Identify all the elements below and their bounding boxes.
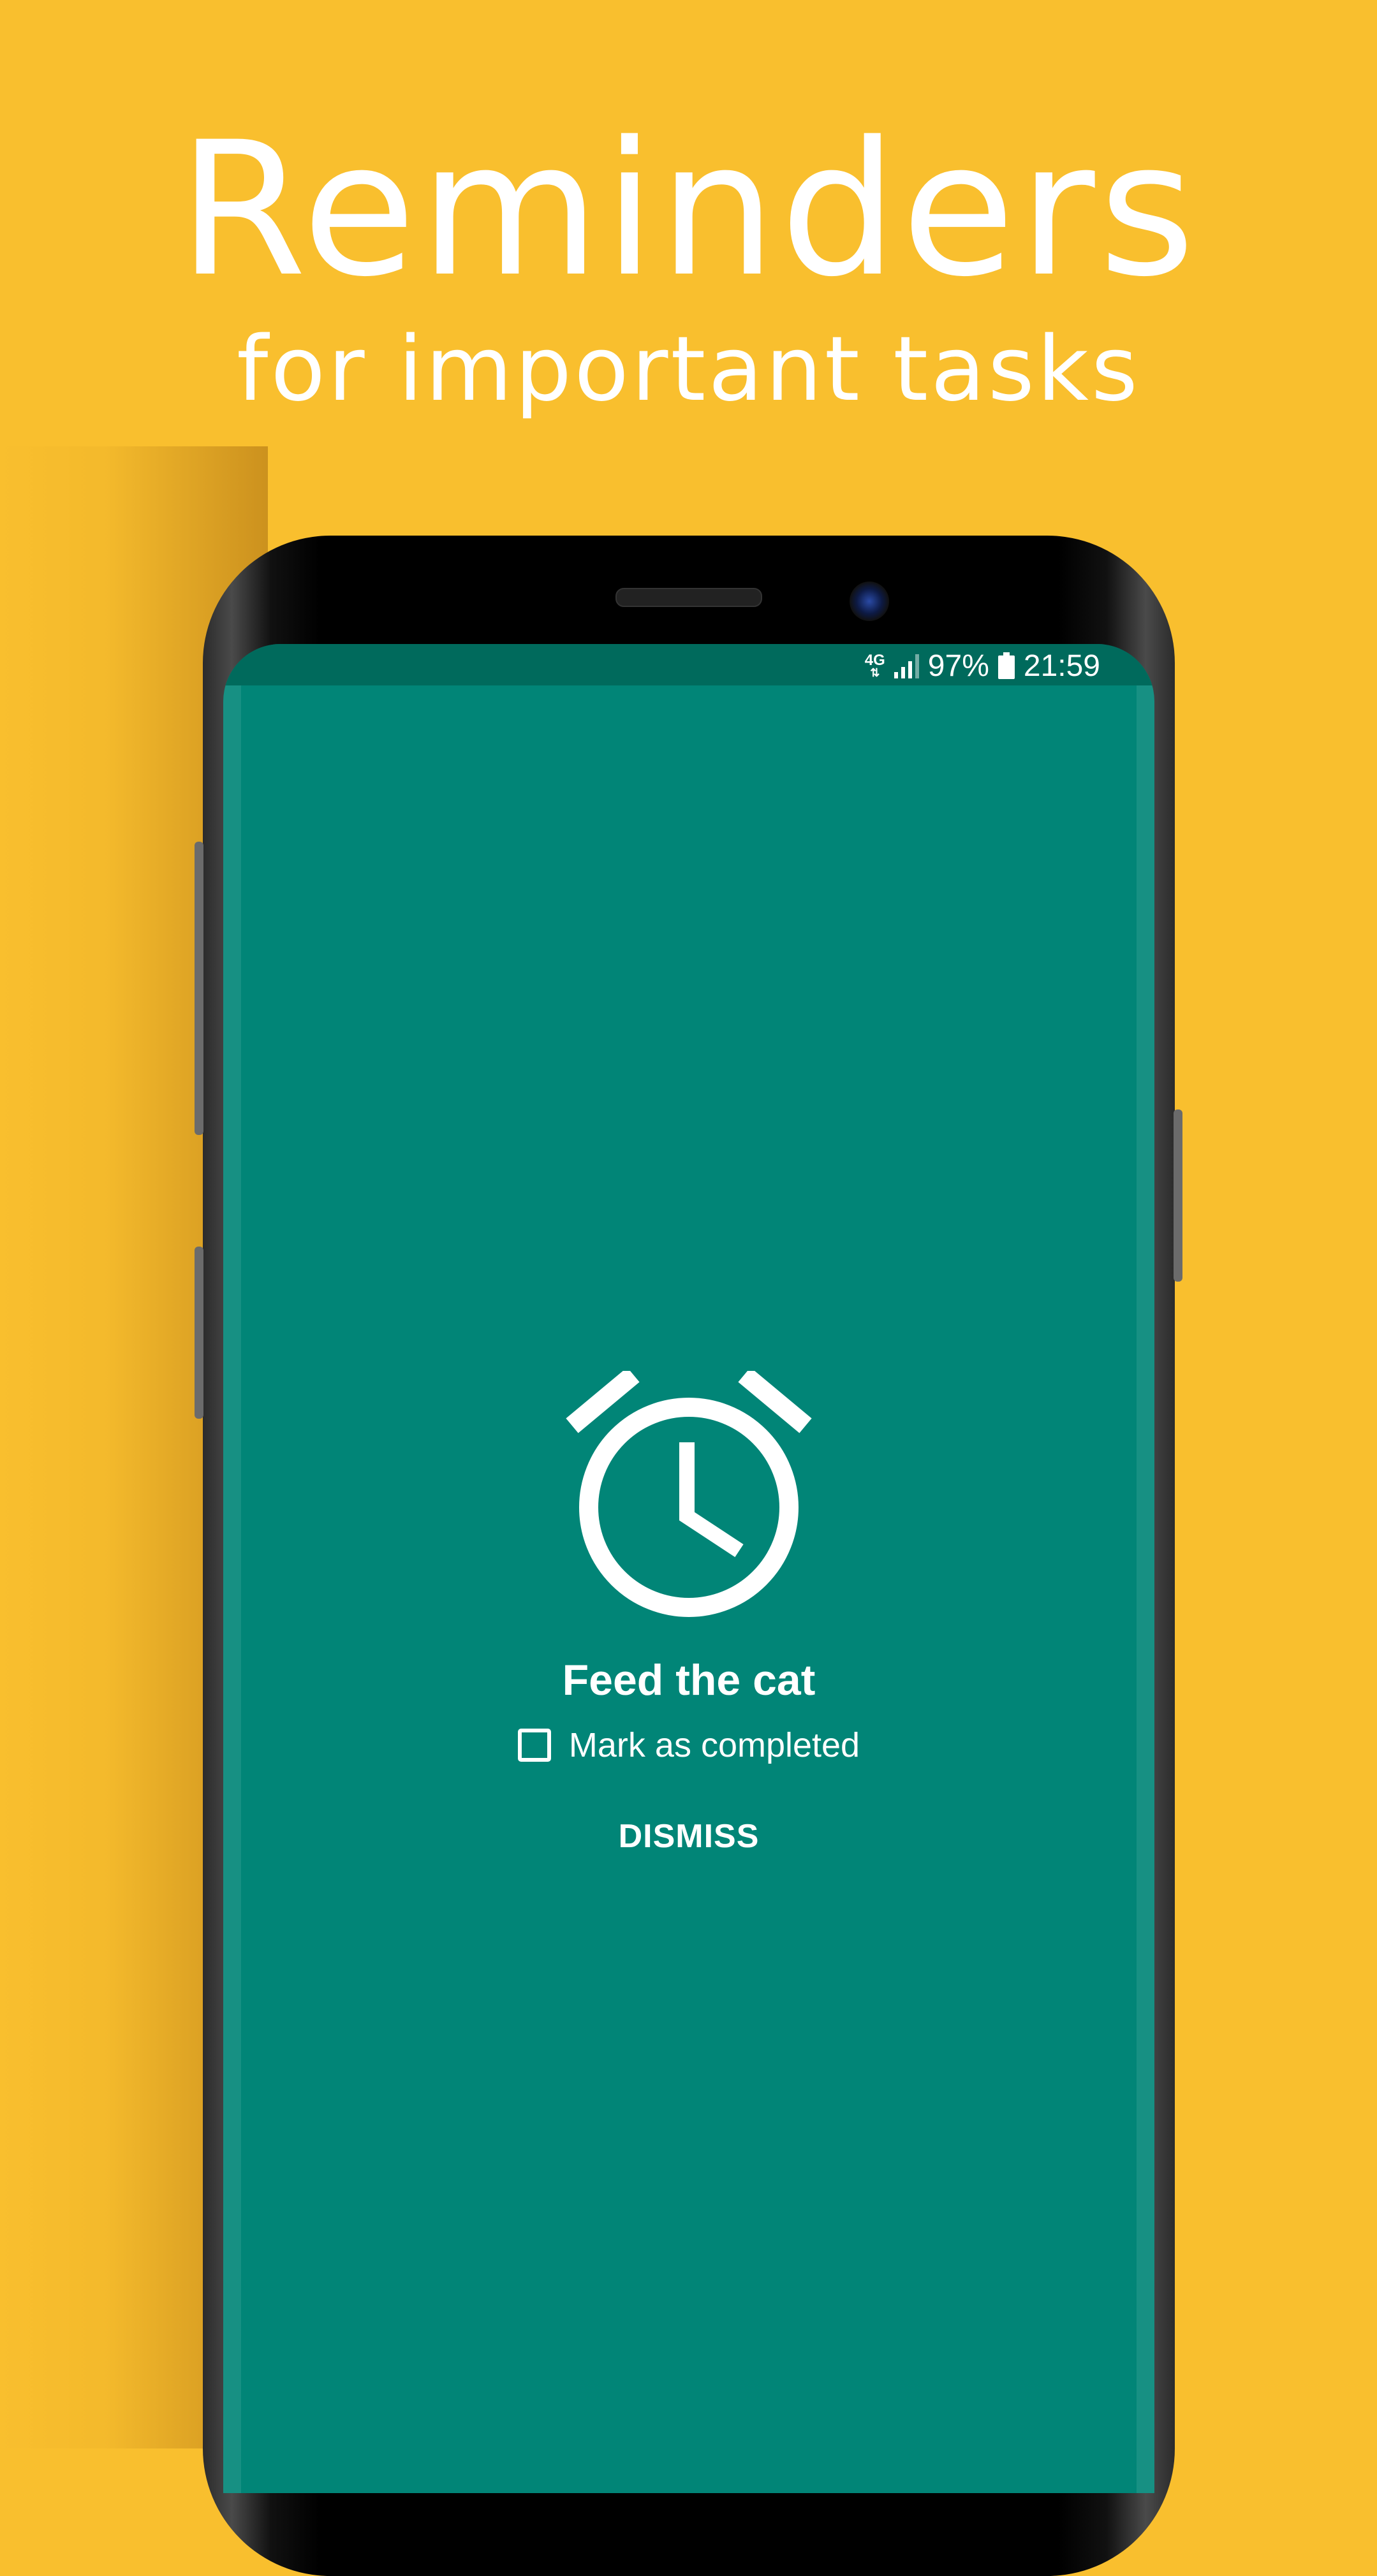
data-arrows-icon: ⇅ bbox=[870, 666, 880, 679]
mark-completed-label[interactable]: Mark as completed bbox=[569, 1725, 860, 1766]
battery-percent: 97% bbox=[927, 648, 989, 683]
clock: 21:59 bbox=[1023, 648, 1100, 683]
signal-icon bbox=[894, 653, 919, 678]
network-type: 4G bbox=[864, 652, 885, 669]
status-bar: 4G ⇅ 97% 21:59 bbox=[223, 644, 1154, 685]
alarm-clock-icon bbox=[566, 1371, 812, 1617]
phone-volume-up-button bbox=[195, 842, 203, 1135]
phone-speaker bbox=[615, 588, 762, 607]
phone-power-button bbox=[1174, 1109, 1182, 1282]
mark-completed-row[interactable]: Mark as completed bbox=[223, 1725, 1154, 1766]
dismiss-button[interactable]: DISMISS bbox=[561, 1804, 816, 1868]
phone-screen: 4G ⇅ 97% 21:59 Feed the cat Mark as comp… bbox=[223, 644, 1154, 2493]
battery-icon bbox=[998, 652, 1015, 679]
screen-edge-right bbox=[1137, 644, 1154, 2493]
phone-volume-down-button bbox=[195, 1247, 203, 1419]
reminder-title: Feed the cat bbox=[562, 1656, 816, 1704]
mark-completed-checkbox[interactable] bbox=[517, 1729, 551, 1762]
promo-subtitle: for important tasks bbox=[237, 318, 1140, 421]
promo-title: Reminders bbox=[178, 103, 1199, 318]
network-indicator: 4G ⇅ bbox=[864, 652, 885, 679]
screen-edge-left bbox=[223, 644, 241, 2493]
phone-camera bbox=[850, 582, 889, 621]
status-bar-right: 4G ⇅ 97% 21:59 bbox=[865, 648, 1100, 684]
